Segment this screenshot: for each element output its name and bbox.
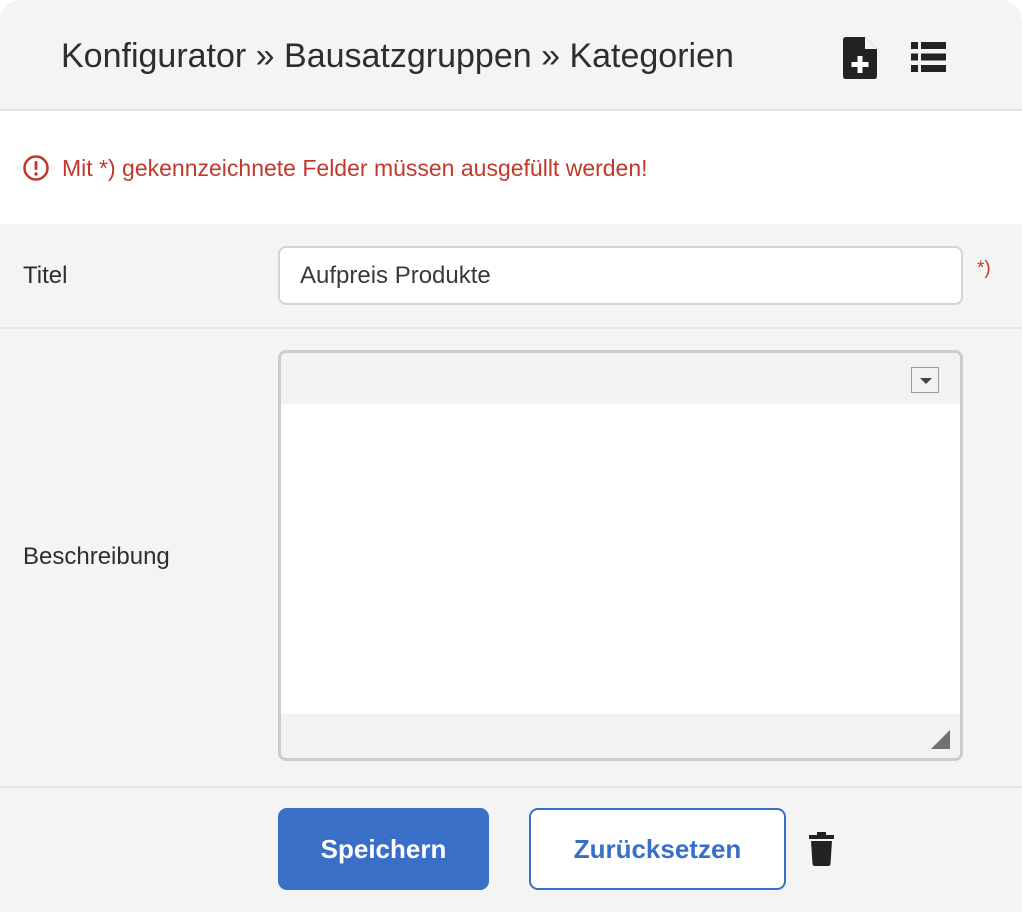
- save-button[interactable]: Speichern: [278, 808, 489, 890]
- breadcrumb: Konfigurator » Bausatzgruppen » Kategori…: [61, 37, 734, 75]
- required-marker: *): [977, 258, 991, 279]
- reset-button[interactable]: Zurücksetzen: [529, 808, 786, 890]
- resize-handle[interactable]: [931, 730, 950, 749]
- title-label: Titel: [23, 262, 68, 289]
- editor-statusbar: [281, 714, 960, 758]
- page-header: Konfigurator » Bausatzgruppen » Kategori…: [0, 0, 1022, 111]
- title-input[interactable]: [278, 246, 963, 305]
- description-editor-area[interactable]: [281, 404, 960, 714]
- file-plus-icon[interactable]: [843, 37, 877, 79]
- category-form-panel: Konfigurator » Bausatzgruppen » Kategori…: [0, 0, 1022, 912]
- list-icon[interactable]: [911, 42, 946, 72]
- row-divider: [0, 786, 1022, 788]
- editor-toolbar: [281, 353, 960, 404]
- exclamation-circle-icon: [23, 155, 49, 181]
- row-divider: [0, 327, 1022, 329]
- alert-message: Mit *) gekennzeichnete Felder müssen aus…: [62, 155, 648, 181]
- description-label: Beschreibung: [23, 543, 170, 570]
- trash-icon[interactable]: [809, 832, 834, 866]
- description-editor: [278, 350, 963, 761]
- editor-dropdown-toggle[interactable]: [911, 367, 939, 393]
